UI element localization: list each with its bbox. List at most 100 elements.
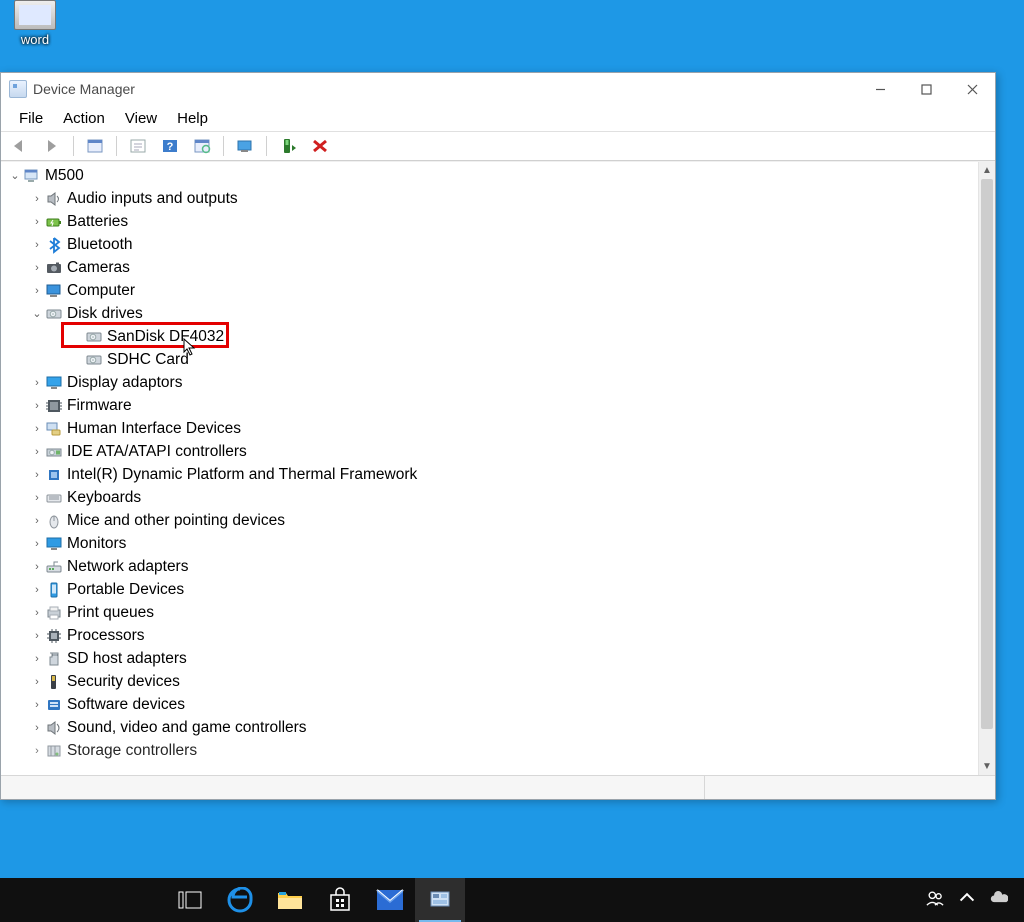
tree-item[interactable]: › Storage controllers — [1, 739, 978, 762]
enable-device-button[interactable] — [273, 135, 303, 157]
refresh-button[interactable] — [123, 135, 153, 157]
tree-item[interactable]: ›IDE ATA/ATAPI controllers — [1, 440, 978, 463]
scan-hardware-button[interactable] — [187, 135, 217, 157]
taskview-button[interactable] — [165, 878, 215, 922]
tree-item-label: Disk drives — [67, 305, 143, 323]
mail-button[interactable] — [365, 878, 415, 922]
tree-item[interactable]: › Network adapters — [1, 555, 978, 578]
people-icon[interactable] — [926, 889, 944, 911]
tree-item[interactable]: ›Software devices — [1, 693, 978, 716]
minimize-button[interactable] — [857, 73, 903, 105]
expander-icon[interactable]: › — [29, 377, 45, 389]
tree-item[interactable]: ⌄ Disk drives — [1, 302, 978, 325]
expander-icon[interactable]: › — [29, 561, 45, 573]
expander-icon[interactable]: › — [29, 423, 45, 435]
expander-icon[interactable]: › — [29, 446, 45, 458]
expander-icon[interactable]: › — [29, 515, 45, 527]
show-hidden-button[interactable] — [230, 135, 260, 157]
expander-icon[interactable]: › — [29, 538, 45, 550]
chevron-up-icon[interactable] — [958, 889, 976, 911]
scroll-down-icon[interactable]: ▼ — [979, 758, 995, 775]
tree-item[interactable]: ›Batteries — [1, 210, 978, 233]
tree-item[interactable]: ›Portable Devices — [1, 578, 978, 601]
desktop-shortcut[interactable]: word — [0, 0, 70, 47]
system-tray — [926, 889, 1024, 911]
titlebar[interactable]: Device Manager — [1, 73, 995, 105]
close-button[interactable] — [949, 73, 995, 105]
tree-item[interactable]: ›Computer — [1, 279, 978, 302]
expander-icon[interactable]: › — [29, 584, 45, 596]
scrollbar-thumb[interactable] — [981, 179, 993, 729]
tree-item[interactable]: ›Cameras — [1, 256, 978, 279]
tree-item[interactable]: ›Print queues — [1, 601, 978, 624]
expander-icon[interactable]: › — [29, 492, 45, 504]
tree-item-label: Storage controllers — [67, 742, 197, 760]
expander-icon[interactable]: › — [29, 699, 45, 711]
expander-icon[interactable]: › — [29, 745, 45, 757]
tree-item[interactable]: SanDisk DF4032 — [1, 325, 978, 348]
expander-icon[interactable]: › — [29, 193, 45, 205]
statusbar — [1, 775, 995, 799]
battery-icon — [45, 213, 63, 231]
chip-icon — [45, 466, 63, 484]
tree-item[interactable]: SDHC Card — [1, 348, 978, 371]
tree-item[interactable]: › Firmware — [1, 394, 978, 417]
tree-item-label: Network adapters — [67, 558, 188, 576]
onedrive-icon[interactable] — [990, 889, 1008, 911]
back-button[interactable] — [5, 135, 35, 157]
menu-view[interactable]: View — [117, 108, 165, 129]
expander-icon[interactable]: › — [29, 653, 45, 665]
file-explorer-button[interactable] — [265, 878, 315, 922]
expander-icon[interactable]: › — [29, 285, 45, 297]
tree-item[interactable]: ›Intel(R) Dynamic Platform and Thermal F… — [1, 463, 978, 486]
disk-icon — [45, 305, 63, 323]
expander-icon[interactable]: › — [29, 239, 45, 251]
maximize-button[interactable] — [903, 73, 949, 105]
store-button[interactable] — [315, 878, 365, 922]
expander-icon[interactable]: › — [29, 216, 45, 228]
tree-item[interactable]: › Keyboards — [1, 486, 978, 509]
expander-icon[interactable]: ⌄ — [7, 169, 23, 182]
help-button[interactable]: ? — [155, 135, 185, 157]
menu-action[interactable]: Action — [55, 108, 113, 129]
properties-button[interactable] — [80, 135, 110, 157]
vertical-scrollbar[interactable]: ▲ ▼ — [978, 162, 995, 775]
tree-item[interactable]: ›Security devices — [1, 670, 978, 693]
expander-icon[interactable]: › — [29, 630, 45, 642]
tree-item[interactable]: ›Monitors — [1, 532, 978, 555]
expander-icon[interactable]: ⌄ — [29, 307, 45, 320]
tree-item[interactable]: ›Audio inputs and outputs — [1, 187, 978, 210]
forward-button[interactable] — [37, 135, 67, 157]
tree-item[interactable]: ›Processors — [1, 624, 978, 647]
scroll-up-icon[interactable]: ▲ — [979, 162, 995, 179]
tree-item[interactable]: ›Bluetooth — [1, 233, 978, 256]
devmgr-icon — [9, 80, 27, 98]
expander-icon[interactable]: › — [29, 262, 45, 274]
tree-item[interactable]: ›Sound, video and game controllers — [1, 716, 978, 739]
keyboard-icon — [45, 489, 63, 507]
expander-icon[interactable]: › — [29, 400, 45, 412]
tree-item[interactable]: ›Mice and other pointing devices — [1, 509, 978, 532]
tree-item[interactable]: ›Display adaptors — [1, 371, 978, 394]
menubar: File Action View Help — [1, 105, 995, 131]
tree-item[interactable]: ›SD host adapters — [1, 647, 978, 670]
device-manager-taskbar-button[interactable] — [415, 878, 465, 922]
edge-button[interactable] — [215, 878, 265, 922]
sd-icon — [45, 650, 63, 668]
tree-item-label: Keyboards — [67, 489, 141, 507]
speaker-icon — [45, 190, 63, 208]
expander-icon[interactable]: › — [29, 469, 45, 481]
expander-icon[interactable]: › — [29, 676, 45, 688]
uninstall-button[interactable] — [305, 135, 335, 157]
expander-icon[interactable]: › — [29, 722, 45, 734]
bluetooth-icon — [45, 236, 63, 254]
tree-root[interactable]: ⌄M500 — [1, 164, 978, 187]
expander-icon[interactable]: › — [29, 607, 45, 619]
device-tree[interactable]: ⌄M500›Audio inputs and outputs›Batteries… — [1, 162, 978, 775]
window-title: Device Manager — [33, 81, 135, 97]
menu-help[interactable]: Help — [169, 108, 216, 129]
menu-file[interactable]: File — [11, 108, 51, 129]
hid-icon — [45, 420, 63, 438]
tree-item[interactable]: ›Human Interface Devices — [1, 417, 978, 440]
tree-item-label: Firmware — [67, 397, 132, 415]
